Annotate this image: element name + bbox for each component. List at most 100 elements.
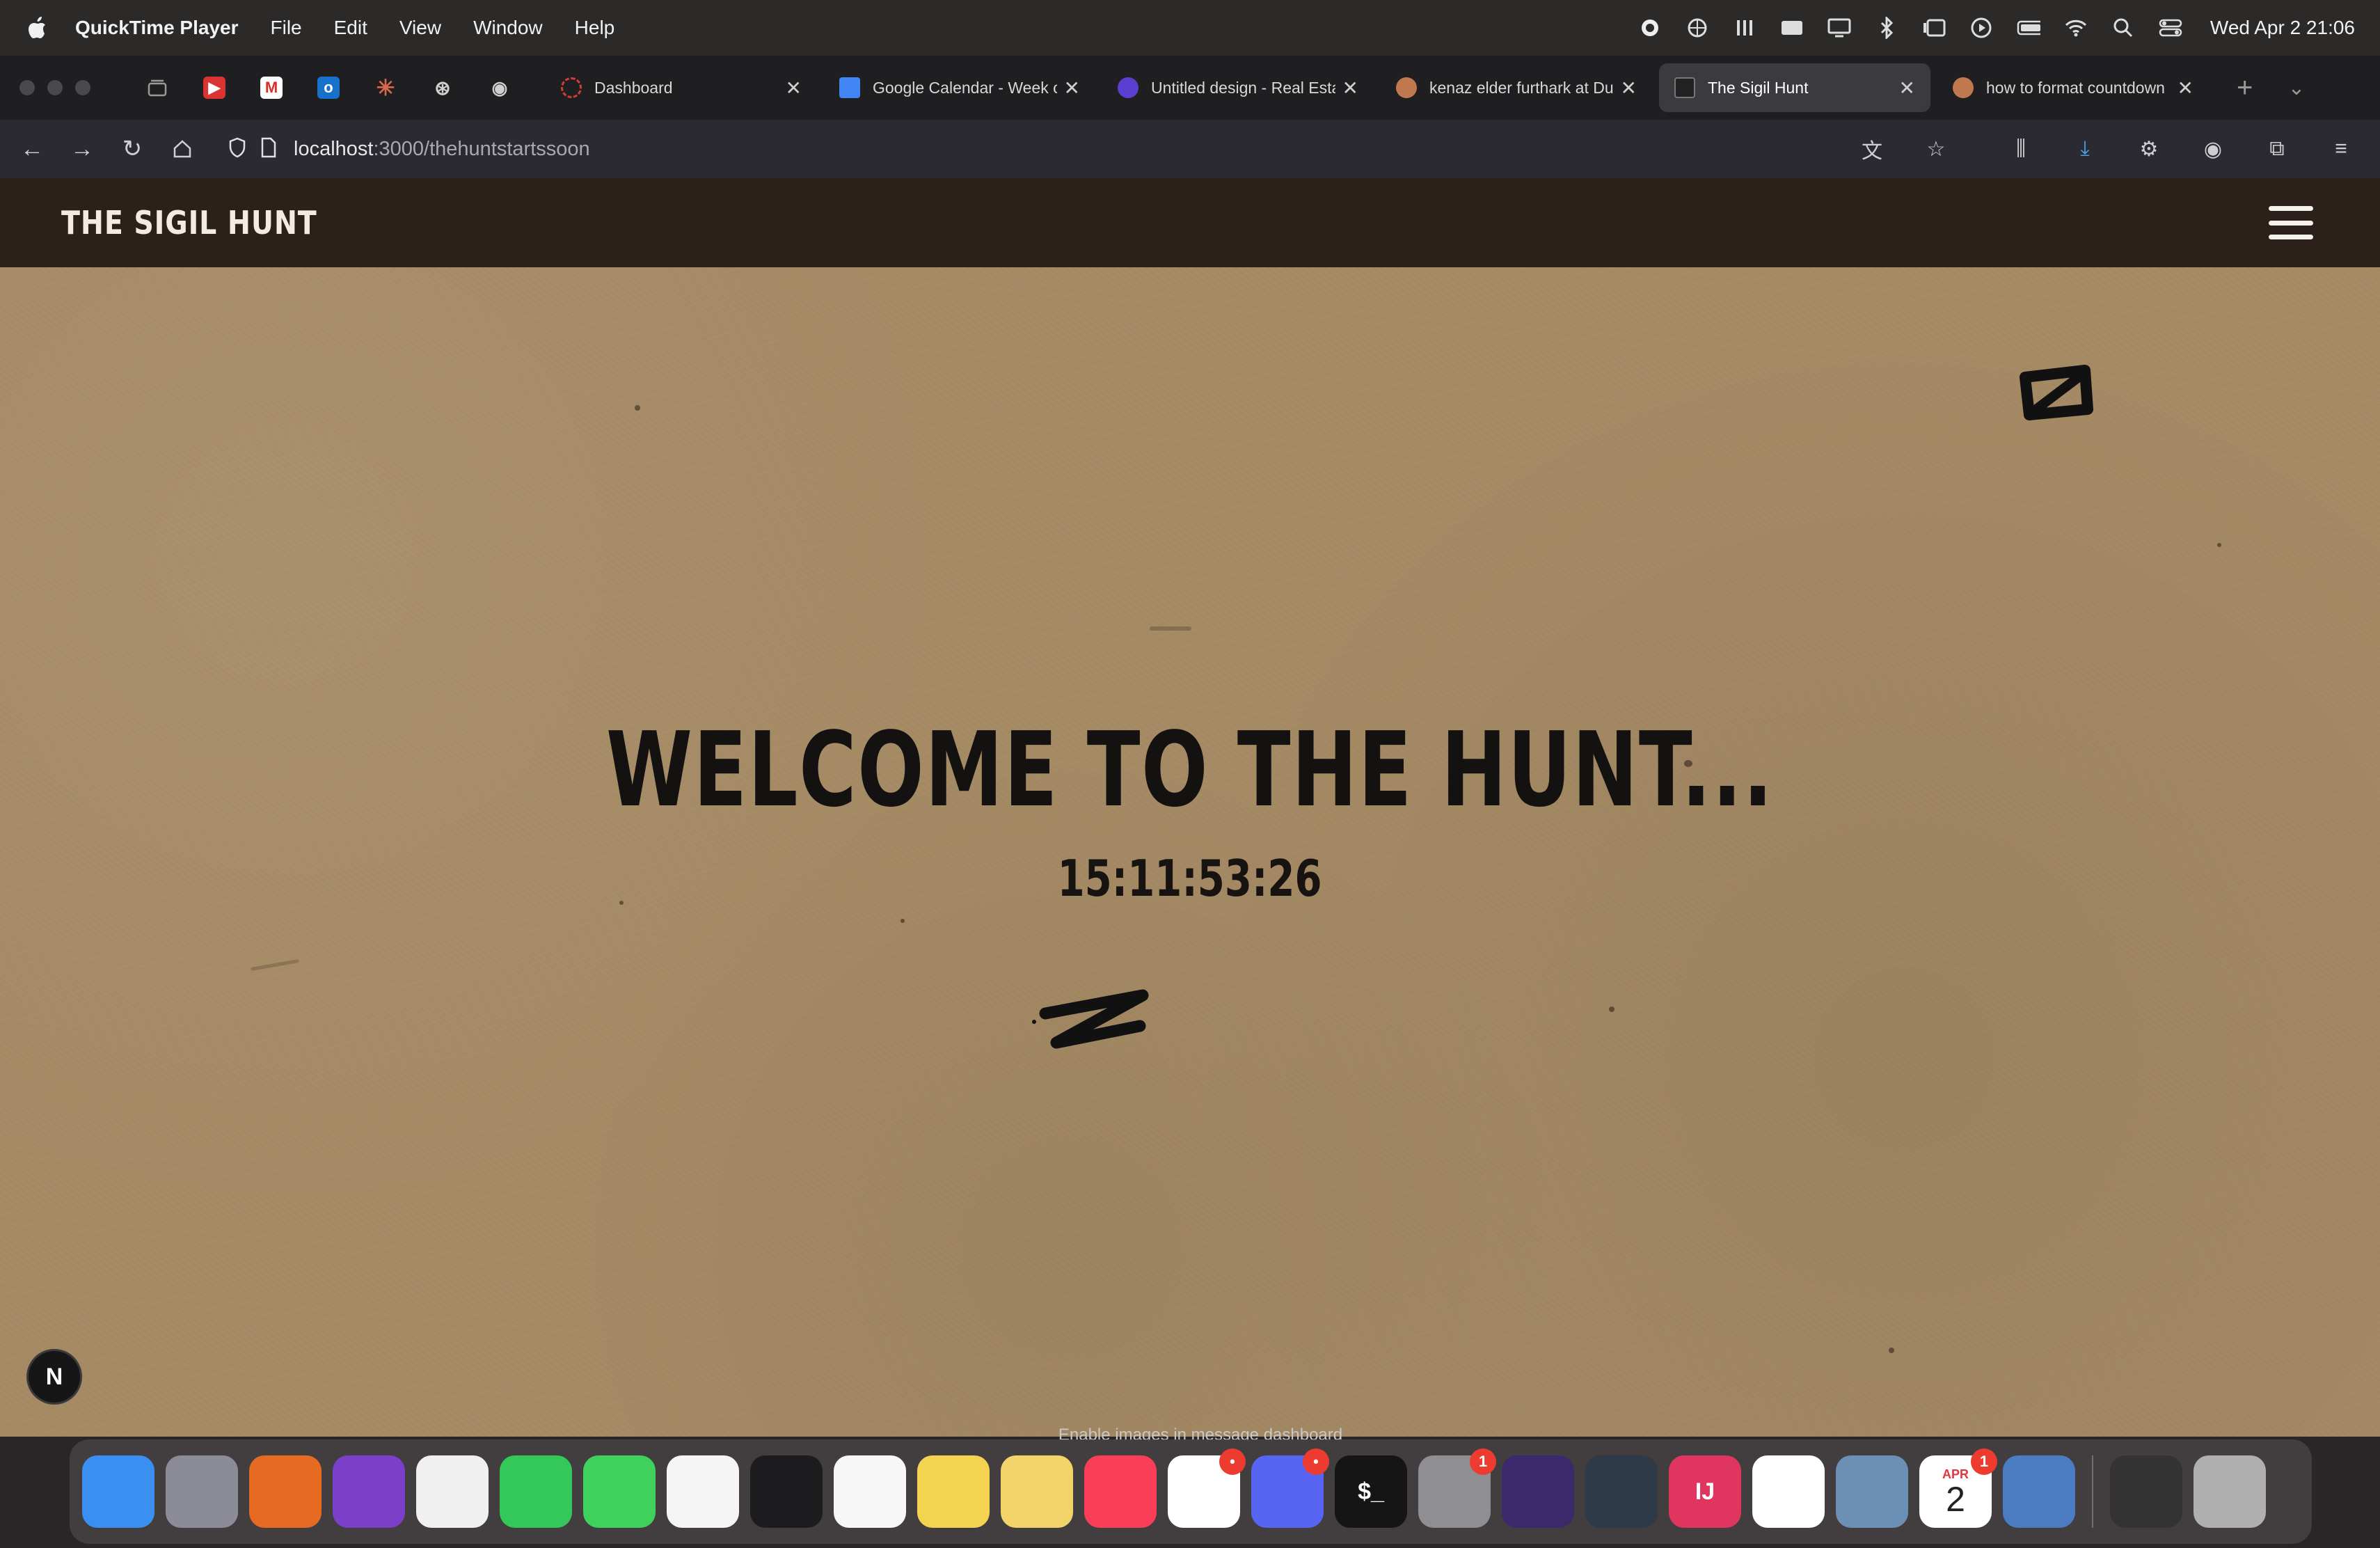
dock-voice-memos-icon[interactable]: [750, 1455, 823, 1528]
dock-recent-window-icon[interactable]: [2110, 1455, 2182, 1528]
tracking-protection-shield-icon[interactable]: [228, 137, 246, 161]
tab-manager-icon[interactable]: [146, 77, 168, 99]
dock-finder-icon[interactable]: [82, 1455, 154, 1528]
tab-title: Untitled design - Real Esta: [1151, 78, 1335, 97]
dock-quicktime-icon[interactable]: [2003, 1455, 2075, 1528]
home-icon[interactable]: [164, 131, 200, 167]
apple-menu-icon[interactable]: [26, 14, 50, 42]
close-window-button[interactable]: [19, 80, 35, 95]
new-tab-button[interactable]: +: [2237, 72, 2253, 104]
tab-title: kenaz elder furthark at Du: [1429, 78, 1614, 97]
address-bar[interactable]: localhost:3000/thehuntstartssoon: [228, 128, 1854, 170]
tab-untitled-design[interactable]: Untitled design - Real Esta ✕: [1102, 63, 1374, 112]
dock-stickies-icon[interactable]: [1001, 1455, 1073, 1528]
menu-view[interactable]: View: [399, 17, 441, 39]
url-text[interactable]: localhost:3000/thehuntstartssoon: [294, 138, 590, 161]
vpn-globe-icon[interactable]: [1685, 16, 1709, 40]
extensions-icon[interactable]: ⧉: [2259, 131, 2295, 167]
dock-slack-icon[interactable]: •: [1168, 1448, 1246, 1528]
control-center-icon[interactable]: [2159, 16, 2182, 40]
pinned-tab-outlook-icon[interactable]: o: [317, 77, 340, 99]
pinned-tab-youtube-icon[interactable]: ▶: [203, 77, 225, 99]
menubar-status-area: Wed Apr 2 21:06: [1638, 0, 2355, 56]
canva-favicon-icon: [1118, 77, 1139, 98]
list-all-tabs-chevron-down-icon[interactable]: ⌄: [2287, 76, 2305, 100]
wifi-icon[interactable]: [2064, 16, 2088, 40]
translate-icon[interactable]: 文: [1854, 131, 1890, 167]
dock-launchpad-icon[interactable]: [166, 1455, 238, 1528]
dock-preview-icon[interactable]: [1836, 1455, 1908, 1528]
notification-badge: 1: [1971, 1448, 1997, 1475]
close-tab-icon[interactable]: ✕: [2177, 77, 2193, 100]
downloads-icon[interactable]: ⤓: [2067, 131, 2103, 167]
pinned-tab-claude-icon[interactable]: ✳: [374, 75, 397, 100]
stage-manager-icon[interactable]: [1922, 16, 1946, 40]
tab-kenaz-search[interactable]: kenaz elder furthark at Du ✕: [1381, 63, 1652, 112]
pinned-tab-chatgpt-icon[interactable]: ⊛: [431, 77, 454, 99]
dock-system-settings-icon[interactable]: 1: [1418, 1448, 1496, 1528]
dock-music-icon[interactable]: [1084, 1455, 1157, 1528]
nextjs-dev-indicator-button[interactable]: N: [26, 1349, 82, 1405]
countdown-timer: 15:11:53:26: [0, 849, 2380, 908]
minimize-window-button[interactable]: [47, 80, 63, 95]
countdown-value: 15:11:53:26: [1057, 849, 1322, 908]
tab-the-sigil-hunt[interactable]: The Sigil Hunt ✕: [1659, 63, 1930, 112]
tools-icon[interactable]: [1733, 16, 1756, 40]
menubar-clock[interactable]: Wed Apr 2 21:06: [2210, 17, 2355, 39]
close-tab-icon[interactable]: ✕: [786, 77, 802, 100]
page-info-icon[interactable]: [260, 137, 277, 161]
display-icon[interactable]: [1827, 16, 1851, 40]
hamburger-menu-icon[interactable]: [2269, 206, 2313, 239]
application-menu-icon[interactable]: ≡: [2323, 131, 2359, 167]
dock-photos-icon[interactable]: [667, 1455, 739, 1528]
keyboard-icon[interactable]: [1780, 16, 1804, 40]
menu-window[interactable]: Window: [473, 17, 543, 39]
dock-davinci-resolve-icon[interactable]: [1585, 1455, 1658, 1528]
tab-countdown-format[interactable]: how to format countdown ✕: [1937, 63, 2209, 112]
screen-record-icon[interactable]: [1638, 16, 1662, 40]
dock-terminal-icon[interactable]: $_: [1335, 1455, 1407, 1528]
dock-trash-icon[interactable]: [2193, 1455, 2266, 1528]
active-app-name[interactable]: QuickTime Player: [75, 17, 239, 39]
site-brand[interactable]: THE SIGIL HUNT: [61, 204, 317, 242]
tab-google-calendar[interactable]: Google Calendar - Week of ✕: [824, 63, 1095, 112]
dock-reminders-icon[interactable]: [834, 1455, 906, 1528]
bluetooth-icon[interactable]: [1875, 16, 1898, 40]
paper-speck: [1150, 626, 1191, 631]
corner-sigil-icon: [2020, 365, 2093, 420]
reload-icon[interactable]: ↻: [114, 131, 150, 167]
zoom-window-button[interactable]: [75, 80, 90, 95]
paper-speck: [1889, 1348, 1894, 1353]
menu-file[interactable]: File: [271, 17, 302, 39]
dock-intellij-icon[interactable]: IJ: [1669, 1455, 1741, 1528]
spotlight-search-icon[interactable]: [2111, 16, 2135, 40]
close-tab-icon[interactable]: ✕: [1064, 77, 1080, 100]
dock-facetime-icon[interactable]: [500, 1455, 572, 1528]
dock-tor-browser-icon[interactable]: [333, 1455, 405, 1528]
account-icon[interactable]: ◉: [2195, 131, 2231, 167]
close-tab-icon[interactable]: ✕: [1899, 77, 1915, 100]
dock-discord-icon[interactable]: •: [1251, 1448, 1329, 1528]
dock-vscode-icon[interactable]: [1752, 1455, 1825, 1528]
close-tab-icon[interactable]: ✕: [1621, 77, 1637, 100]
back-arrow-icon[interactable]: ←: [14, 131, 50, 167]
now-playing-icon[interactable]: [1969, 16, 1993, 40]
library-icon[interactable]: ⫼: [2003, 131, 2039, 167]
menu-help[interactable]: Help: [575, 17, 615, 39]
settings-gear-icon[interactable]: ⚙: [2131, 131, 2167, 167]
forward-arrow-icon[interactable]: →: [64, 131, 100, 167]
menu-edit[interactable]: Edit: [334, 17, 367, 39]
dock-brave-icon[interactable]: [416, 1455, 489, 1528]
battery-icon[interactable]: [2017, 16, 2040, 40]
dock-firefox-icon[interactable]: [249, 1455, 322, 1528]
bookmark-star-icon[interactable]: ☆: [1918, 131, 1954, 167]
pinned-tab-gmail-icon[interactable]: M: [260, 77, 283, 99]
dock-notes-icon[interactable]: [917, 1455, 990, 1528]
dock-messages-icon[interactable]: [583, 1455, 656, 1528]
dock-obsidian-icon[interactable]: [1502, 1455, 1574, 1528]
close-tab-icon[interactable]: ✕: [1342, 77, 1358, 100]
pinned-tab-location-icon[interactable]: ◉: [489, 77, 511, 99]
macos-dock: • • $_ 1 IJ APR 2 1: [70, 1439, 2312, 1544]
dock-calendar-icon[interactable]: APR 2 1: [1919, 1448, 1997, 1528]
tab-dashboard[interactable]: Dashboard ✕: [546, 63, 817, 112]
